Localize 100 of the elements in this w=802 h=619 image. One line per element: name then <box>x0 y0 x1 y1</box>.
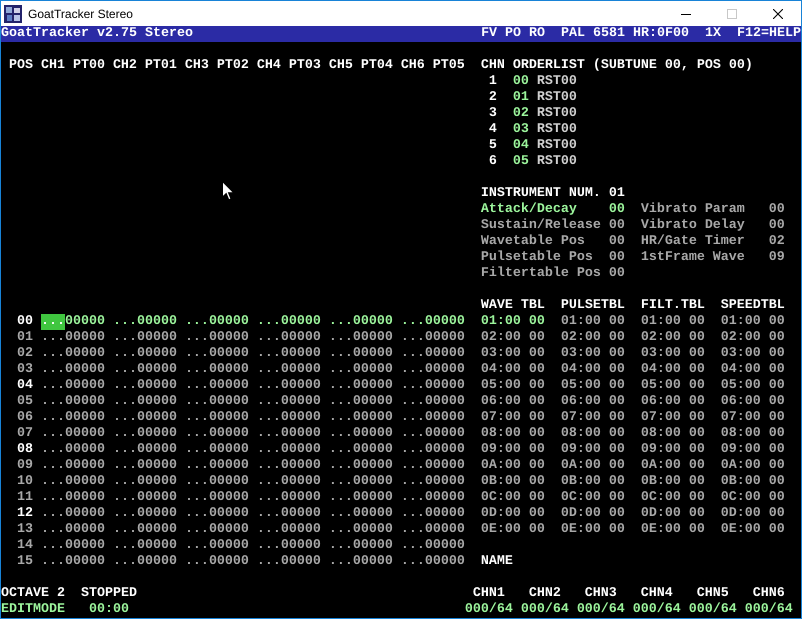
table-entry: 0A:00 00 <box>560 458 625 474</box>
note-cell: ... <box>184 346 209 362</box>
table-entry: 09:00 00 <box>640 442 705 458</box>
command-cell: 00000 <box>424 474 465 490</box>
table-entry: 09:00 00 <box>480 442 545 458</box>
note-cell: ... <box>400 506 425 522</box>
octave-text: OCTAVE 2 <box>1 586 66 602</box>
command-cell: 00000 <box>136 378 177 394</box>
channel-position: 000/64 <box>688 602 737 618</box>
note-cell: ... <box>256 346 281 362</box>
maximize-icon <box>727 8 737 18</box>
command-cell: 00000 <box>424 362 465 378</box>
note-cell: ... <box>112 410 137 426</box>
instrument-title: INSTRUMENT NUM. 01 <box>480 186 625 202</box>
note-cell: ... <box>184 522 209 538</box>
command-cell: 00000 <box>424 538 465 554</box>
parameter-label[interactable]: 1stFrame Wave <box>640 250 769 266</box>
command-cell: 00000 <box>352 426 393 442</box>
command-cell: 00000 <box>352 506 393 522</box>
note-cell: ... <box>328 362 353 378</box>
note-cell: ... <box>184 474 209 490</box>
command-cell: 00000 <box>424 442 465 458</box>
command-cell: 00000 <box>136 330 177 346</box>
command-cell: 00000 <box>136 362 177 378</box>
table-entry: 0A:00 00 <box>720 458 785 474</box>
note-cell: ... <box>400 522 425 538</box>
note-cell: ... <box>400 410 425 426</box>
command-cell: 00000 <box>208 394 249 410</box>
table-entry: 04:00 00 <box>720 362 785 378</box>
pattern-number: 04 <box>512 138 530 154</box>
channel-label: CHN2 <box>528 586 562 602</box>
note-cell: ... <box>328 490 353 506</box>
orderlist-command: RST00 <box>536 154 577 170</box>
table-entry: 06:00 00 <box>560 394 625 410</box>
command-cell: 00000 <box>64 522 105 538</box>
command-cell: 00000 <box>280 458 321 474</box>
command-cell: 00000 <box>64 314 105 330</box>
row-number: 11 <box>16 490 34 506</box>
note-cell: ... <box>328 426 353 442</box>
parameter-label[interactable]: Vibrato Param <box>640 202 769 218</box>
note-cell: ... <box>256 426 281 442</box>
table-entry: 02:00 00 <box>640 330 705 346</box>
command-cell: 00000 <box>136 394 177 410</box>
parameter-label[interactable]: HR/Gate Timer <box>640 234 769 250</box>
table-entry: 02:00 00 <box>560 330 625 346</box>
parameter-label[interactable]: Sustain/Release <box>480 218 609 234</box>
command-cell: 00000 <box>352 554 393 570</box>
app-title: GoatTracker v2.75 Stereo <box>1 26 193 42</box>
note-cell: ... <box>256 442 281 458</box>
note-cell: ... <box>40 378 65 394</box>
note-cell: ... <box>400 474 425 490</box>
note-cell: ... <box>400 554 425 570</box>
command-cell: 00000 <box>208 330 249 346</box>
column-header: PT00 <box>72 58 105 74</box>
note-cell: ... <box>400 362 425 378</box>
command-cell: 00000 <box>280 554 321 570</box>
channel-position: 000/64 <box>632 602 681 618</box>
channel-position: 000/64 <box>744 602 793 618</box>
command-cell: 00000 <box>424 378 465 394</box>
table-entry: 08:00 00 <box>640 426 705 442</box>
note-cell: ... <box>184 394 209 410</box>
column-header: CH6 <box>400 58 425 74</box>
table-entry: 07:00 00 <box>560 410 625 426</box>
note-cell: ... <box>256 554 281 570</box>
note-cell: ... <box>400 458 425 474</box>
parameter-label[interactable]: Pulsetable Pos <box>480 250 609 266</box>
note-cell: ... <box>40 538 65 554</box>
command-cell: 00000 <box>280 346 321 362</box>
channel-number: 4 <box>488 122 498 138</box>
note-cell: ... <box>328 522 353 538</box>
parameter-label[interactable]: Vibrato Delay <box>640 218 769 234</box>
table-entry: 0B:00 00 <box>560 474 625 490</box>
row-number: 04 <box>16 378 34 394</box>
command-cell: 00000 <box>136 410 177 426</box>
table-entry: 0C:00 00 <box>640 490 705 506</box>
parameter-value: 02 <box>768 234 785 250</box>
pattern-number: 01 <box>512 90 530 106</box>
command-cell: 00000 <box>352 346 393 362</box>
command-cell: 00000 <box>208 458 249 474</box>
speed-text: 1X <box>705 26 722 42</box>
note-cell: ... <box>112 362 137 378</box>
command-cell: 00000 <box>136 554 177 570</box>
note-cell: ... <box>328 506 353 522</box>
parameter-label[interactable]: Attack/Decay <box>480 202 609 218</box>
pattern-number: 05 <box>512 154 530 170</box>
command-cell: 00000 <box>280 522 321 538</box>
parameter-value: 00 <box>768 218 785 234</box>
note-cell: ... <box>328 330 353 346</box>
command-cell: 00000 <box>64 410 105 426</box>
parameter-label[interactable]: Filtertable Pos <box>480 266 609 282</box>
note-cell: ... <box>328 378 353 394</box>
command-cell: 00000 <box>64 458 105 474</box>
table-entry: 03:00 00 <box>480 346 545 362</box>
parameter-label[interactable]: Wavetable Pos <box>480 234 609 250</box>
note-cell: ... <box>256 506 281 522</box>
channel-position: 000/64 <box>520 602 569 618</box>
note-cell: ... <box>400 426 425 442</box>
channel-label: CHN5 <box>696 586 730 602</box>
command-cell: 00000 <box>64 506 105 522</box>
note-cell: ... <box>40 330 65 346</box>
